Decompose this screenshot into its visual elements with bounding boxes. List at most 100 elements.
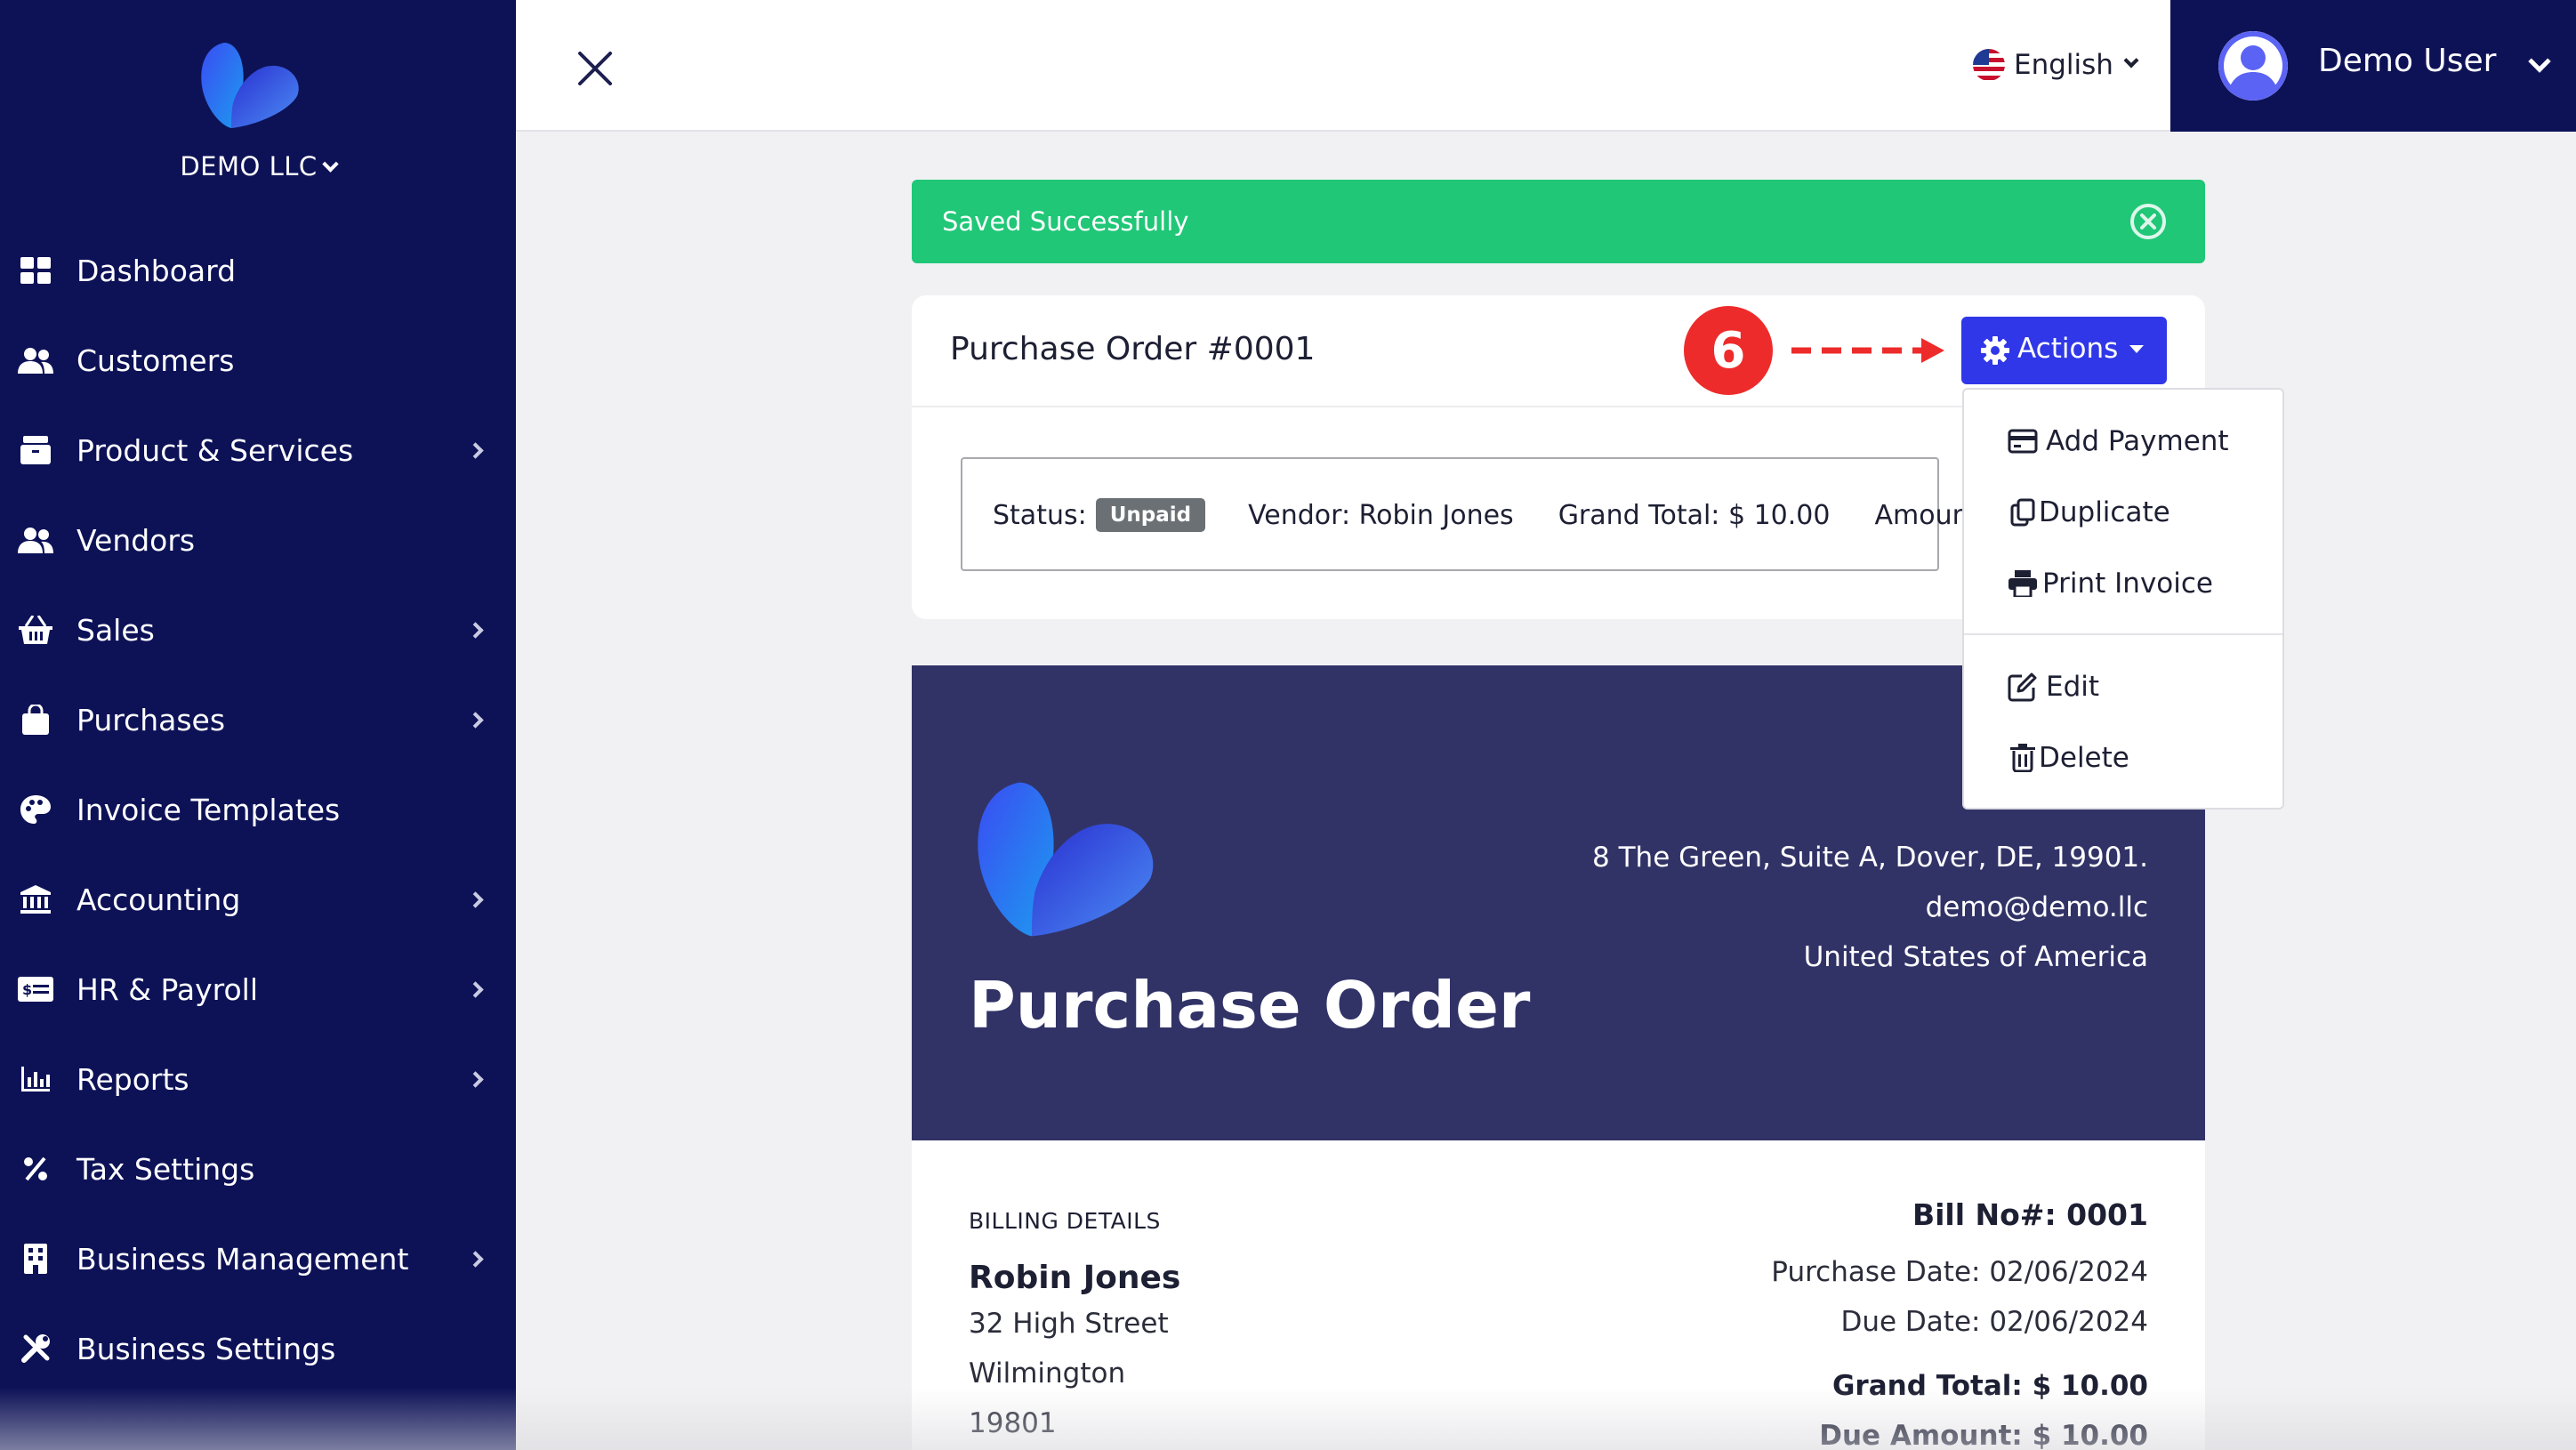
page-title: Purchase Order #0001	[950, 331, 1316, 367]
bill-number: Bill No#: 0001	[1912, 1197, 2148, 1232]
sidebar: DEMO LLC Dashboard Customers Product & S…	[0, 0, 516, 1450]
dashboard-icon	[18, 253, 53, 288]
sidebar-item-vendors[interactable]: Vendors	[0, 504, 516, 576]
percent-icon	[18, 1151, 53, 1187]
sidebar-item-product-services[interactable]: Product & Services	[0, 415, 516, 486]
company-switcher[interactable]: DEMO LLC	[0, 151, 516, 181]
sidebar-item-label: Accounting	[76, 882, 241, 917]
chevron-down-icon	[2528, 50, 2551, 73]
grand-total: Grand Total: $ 10.00	[1831, 1370, 2148, 1402]
success-alert: Saved Successfully	[912, 180, 2205, 263]
step-marker: 6	[1684, 306, 1773, 395]
language-label: English	[2014, 49, 2113, 81]
company-name: DEMO LLC	[180, 151, 318, 181]
user-menu[interactable]: Demo User	[2170, 0, 2576, 132]
sidebar-item-label: Dashboard	[76, 253, 237, 288]
vendor-name: Robin Jones	[969, 1260, 1181, 1296]
menu-item-label: Duplicate	[2039, 496, 2170, 528]
bar-chart-icon	[18, 1061, 53, 1097]
billing-section: BILLING DETAILS Robin Jones 32 High Stre…	[912, 1140, 2205, 1450]
sidebar-item-invoice-templates[interactable]: Invoice Templates	[0, 774, 516, 845]
actions-label: Actions	[2017, 333, 2119, 365]
printer-icon	[2007, 568, 2039, 600]
users-icon	[18, 522, 53, 558]
status-summary: Status: Unpaid Vendor: Robin Jones Grand…	[961, 457, 1979, 571]
actions-dropdown: Add Payment Duplicate Print Invoice Edit…	[1962, 388, 2284, 810]
close-icon[interactable]	[576, 50, 614, 87]
status-badge: Unpaid	[1095, 498, 1206, 532]
menu-item-delete[interactable]: Delete	[1964, 729, 2282, 786]
chevron-down-icon	[2123, 52, 2139, 68]
chevron-right-icon	[467, 890, 484, 908]
sidebar-item-sales[interactable]: Sales	[0, 594, 516, 665]
language-selector[interactable]: English	[1973, 44, 2139, 85]
sidebar-item-label: Purchases	[76, 702, 226, 737]
us-flag-icon	[1973, 49, 2005, 81]
chevron-right-icon	[467, 621, 484, 639]
menu-item-print-invoice[interactable]: Print Invoice	[1964, 555, 2282, 612]
chevron-right-icon	[467, 441, 484, 459]
close-circle-icon[interactable]	[2129, 202, 2168, 241]
sidebar-item-customers[interactable]: Customers	[0, 325, 516, 396]
menu-divider	[1964, 633, 2282, 635]
caret-down-icon	[2129, 345, 2144, 353]
menu-item-duplicate[interactable]: Duplicate	[1964, 484, 2282, 541]
sidebar-item-label: Vendors	[76, 522, 196, 558]
chevron-right-icon	[467, 711, 484, 729]
document-title: Purchase Order	[969, 968, 1531, 1043]
sidebar-item-label: Sales	[76, 612, 155, 648]
chevron-right-icon	[467, 1070, 484, 1088]
vendor-zip: 19801	[969, 1407, 1057, 1439]
shopping-bag-icon	[18, 702, 53, 737]
users-icon	[18, 342, 53, 378]
sidebar-item-label: Customers	[76, 342, 235, 378]
company-email: demo@demo.llc	[1925, 891, 2148, 923]
copy-icon	[2007, 496, 2039, 528]
sidebar-item-business-settings[interactable]: Business Settings	[0, 1313, 516, 1384]
basket-icon	[18, 612, 53, 648]
alert-message: Saved Successfully	[942, 206, 1189, 237]
sidebar-item-label: Invoice Templates	[76, 792, 341, 827]
sidebar-item-purchases[interactable]: Purchases	[0, 684, 516, 755]
actions-button[interactable]: Actions	[1961, 317, 2167, 384]
menu-item-label: Edit	[2046, 671, 2100, 703]
sidebar-item-tax-settings[interactable]: Tax Settings	[0, 1133, 516, 1204]
menu-item-add-payment[interactable]: Add Payment	[1964, 413, 2282, 470]
brand-logo[interactable]	[197, 41, 301, 130]
user-name: Demo User	[2318, 43, 2497, 79]
credit-card-icon	[2007, 425, 2039, 457]
menu-item-label: Print Invoice	[2042, 568, 2213, 600]
status-label: Status:	[993, 499, 1087, 531]
chevron-down-icon	[321, 156, 339, 173]
sidebar-item-label: Business Management	[76, 1241, 409, 1277]
sidebar-item-label: Business Settings	[76, 1331, 336, 1366]
due-amount: Due Amount: $ 10.00	[1819, 1420, 2148, 1450]
gear-icon	[1981, 336, 2009, 365]
trash-icon	[2007, 742, 2039, 774]
grand-total-summary: Grand Total: $ 10.00	[1558, 499, 1831, 531]
sidebar-item-business-management[interactable]: Business Management	[0, 1223, 516, 1294]
vendor-summary: Vendor: Robin Jones	[1248, 499, 1514, 531]
bank-icon	[18, 882, 53, 917]
avatar	[2218, 31, 2288, 101]
box-icon	[18, 432, 53, 468]
company-country: United States of America	[1803, 941, 2148, 973]
purchase-date: Purchase Date: 02/06/2024	[1771, 1256, 2148, 1288]
menu-item-edit[interactable]: Edit	[1964, 658, 2282, 715]
sidebar-item-label: Reports	[76, 1061, 189, 1097]
sidebar-item-label: HR & Payroll	[76, 971, 258, 1007]
vendor-street: 32 High Street	[969, 1308, 1169, 1340]
due-date: Due Date: 02/06/2024	[1840, 1306, 2148, 1338]
sidebar-item-accounting[interactable]: Accounting	[0, 864, 516, 935]
money-check-icon: $	[18, 971, 53, 1007]
company-logo	[978, 782, 1154, 937]
sidebar-item-reports[interactable]: Reports	[0, 1043, 516, 1115]
dashed-arrow-icon	[1791, 338, 1944, 363]
company-address: 8 The Green, Suite A, Dover, DE, 19901.	[1592, 842, 2148, 874]
palette-icon	[18, 792, 53, 827]
building-icon	[18, 1241, 53, 1277]
chevron-right-icon	[467, 980, 484, 998]
sidebar-item-label: Product & Services	[76, 432, 354, 468]
sidebar-item-hr-payroll[interactable]: $ HR & Payroll	[0, 954, 516, 1025]
sidebar-item-dashboard[interactable]: Dashboard	[0, 235, 516, 306]
